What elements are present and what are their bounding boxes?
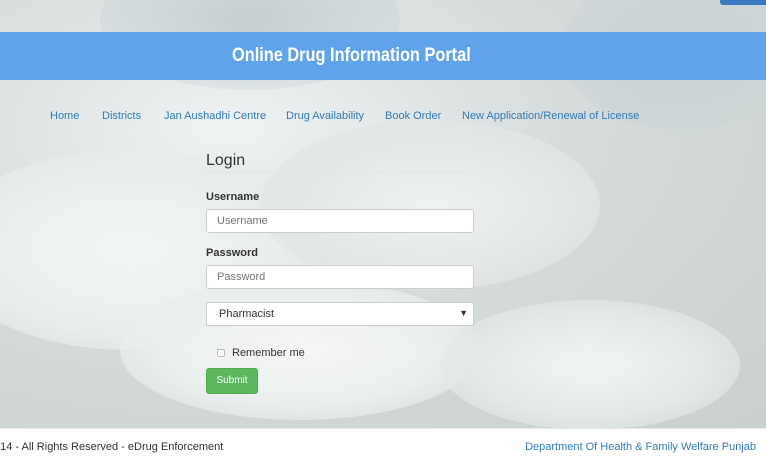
nav-book-order[interactable]: Book Order — [385, 110, 441, 122]
top-right-tab — [720, 0, 766, 5]
portal-title: Online Drug Information Portal — [232, 45, 471, 66]
caret-down-icon: ▼ — [459, 308, 468, 318]
nav-new-application-renewal[interactable]: New Application/Renewal of License — [462, 110, 639, 122]
nav-home[interactable]: Home — [50, 110, 79, 122]
username-input[interactable] — [206, 209, 474, 233]
main-nav: Home Districts Jan Aushadhi Centre Drug … — [0, 110, 766, 128]
site-header: Online Drug Information Portal — [0, 32, 766, 80]
nav-districts[interactable]: Districts — [102, 110, 141, 122]
site-footer: 014 - All Rights Reserved - eDrug Enforc… — [0, 428, 766, 465]
remember-me-checkbox[interactable] — [217, 349, 225, 357]
role-select-value: Pharmacist — [219, 308, 275, 320]
password-input[interactable] — [206, 265, 474, 289]
submit-button[interactable]: Submit — [206, 368, 258, 394]
copyright-text: 014 - All Rights Reserved - eDrug Enforc… — [0, 441, 224, 453]
nav-jan-aushadhi-centre[interactable]: Jan Aushadhi Centre — [164, 110, 266, 122]
nav-drug-availability[interactable]: Drug Availability — [286, 110, 364, 122]
department-link[interactable]: Department Of Health & Family Welfare Pu… — [525, 441, 756, 453]
password-label: Password — [206, 247, 258, 259]
login-heading: Login — [206, 152, 470, 173]
username-label: Username — [206, 191, 260, 203]
login-form: Login Username Password Pharmacist ▼ Rem… — [206, 152, 476, 394]
remember-me-label: Remember me — [232, 347, 305, 359]
role-select[interactable]: Pharmacist ▼ — [206, 302, 474, 326]
